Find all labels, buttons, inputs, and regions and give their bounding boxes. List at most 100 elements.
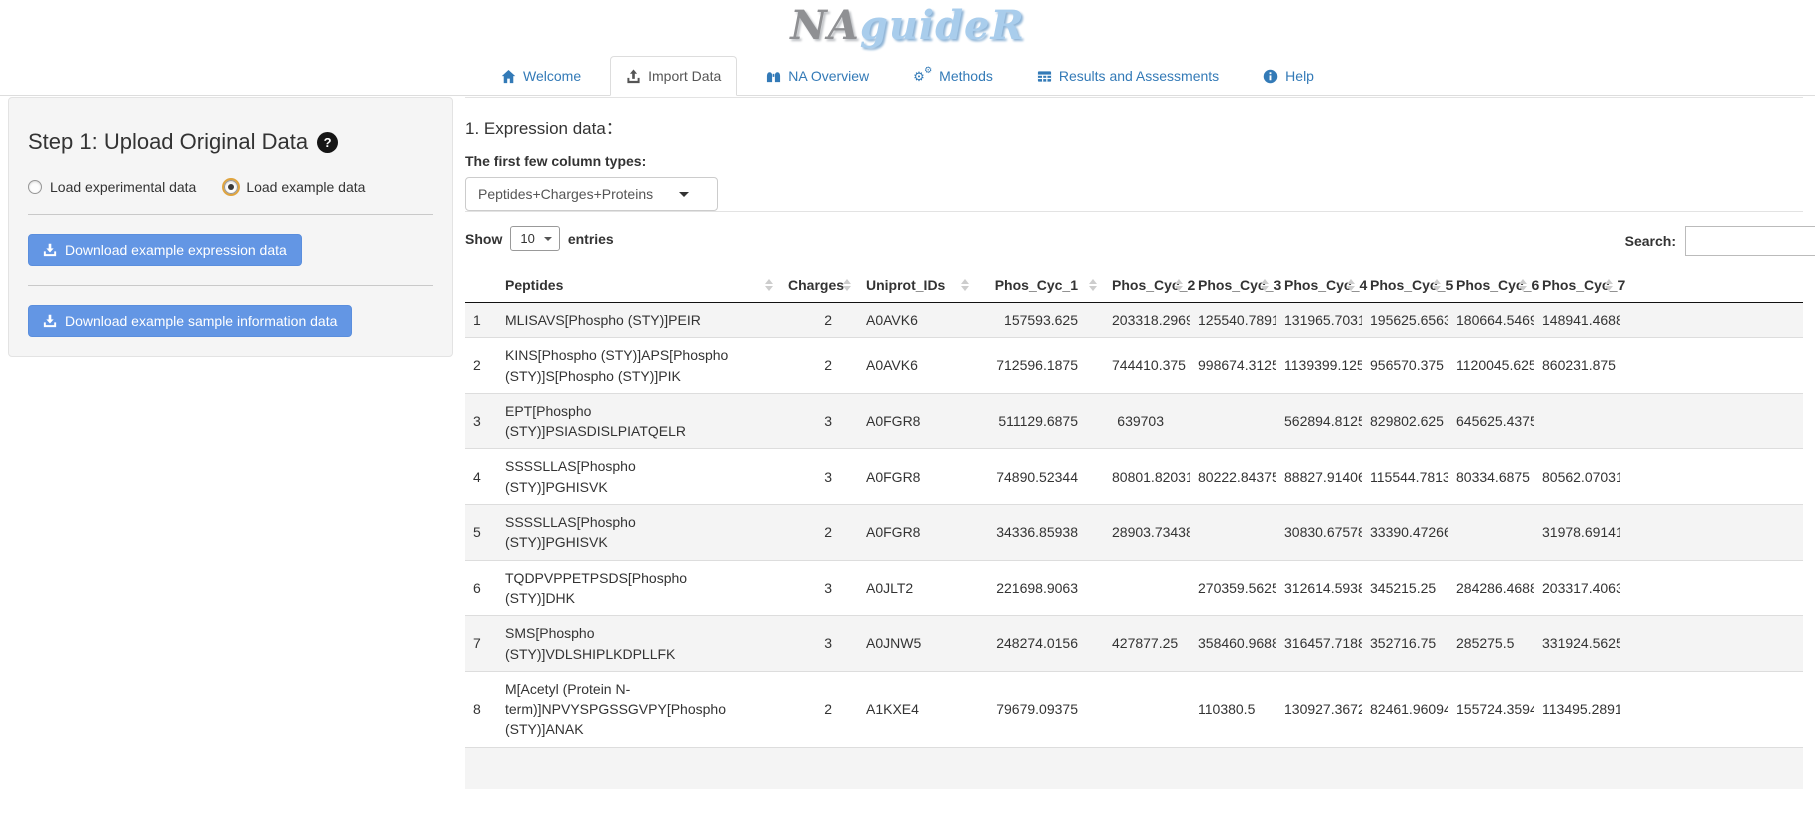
sort-icon [1433, 279, 1441, 291]
page-length-control: Show 10 entries [465, 226, 1803, 251]
value-cell: 125540.7891 [1190, 303, 1276, 338]
download-sample-info-button[interactable]: Download example sample information data [28, 305, 352, 337]
search-input[interactable] [1685, 226, 1815, 256]
col-header-phos-cyc-4[interactable]: Phos_Cyc_4 [1276, 268, 1362, 303]
column-types-select[interactable]: Peptides+Charges+Proteins [465, 177, 718, 211]
table-row[interactable]: 3 EPT[Phospho (STY)]PSIASDISLPIATQELR 3 … [465, 393, 1803, 449]
sort-icon [1347, 279, 1355, 291]
divider [28, 214, 433, 215]
info-icon [1263, 69, 1278, 84]
row-index-cell: 5 [465, 505, 497, 561]
charge-cell: 2 [780, 338, 858, 394]
value-cell: 80334.6875 [1448, 449, 1534, 505]
col-header-phos-cyc-1[interactable]: Phos_Cyc_1 [976, 268, 1104, 303]
page-length-select[interactable]: 10 [510, 226, 559, 251]
sort-icon [961, 279, 969, 291]
tab-methods[interactable]: ⚙ ⚙ Methods [898, 57, 1008, 95]
value-cell [1190, 393, 1276, 449]
col-header-label: Charges [788, 277, 844, 293]
table-row[interactable]: 8 M[Acetyl (Protein N-term)]NPVYSPGSSGVP… [465, 671, 1803, 747]
radio-load-experimental[interactable]: Load experimental data [28, 179, 196, 195]
divider [465, 211, 1803, 212]
value-cell: 645625.4375 [1448, 393, 1534, 449]
import-data-panel: 1. Expression data： The first few column… [465, 97, 1803, 789]
gear-glyph-small: ⚙ [924, 67, 932, 76]
tab-import-data[interactable]: Import Data [610, 56, 737, 96]
table-row[interactable]: 6 TQDPVPPETPSDS[Phospho (STY)]DHK 3 A0JL… [465, 560, 1803, 616]
entries-label: entries [568, 231, 614, 247]
download-expression-button[interactable]: Download example expression data [28, 234, 302, 266]
value-cell: 284286.4688 [1448, 560, 1534, 616]
radio-circle [28, 180, 42, 194]
table-row-partial [465, 747, 1803, 789]
app-logo: NAguideR [0, 0, 1815, 50]
col-header-phos-cyc-3[interactable]: Phos_Cyc_3 [1190, 268, 1276, 303]
filler-cell [1620, 393, 1803, 449]
app-logo-part2: guideR [860, 2, 1025, 49]
value-cell: 80801.82031 [1104, 449, 1190, 505]
table-row[interactable]: 4 SSSSLLAS[Phospho (STY)]PGHISVK 3 A0FGR… [465, 449, 1803, 505]
value-cell: 33390.47266 [1362, 505, 1448, 561]
col-header-phos-cyc-7[interactable]: Phos_Cyc_7 [1534, 268, 1620, 303]
tab-label: Results and Assessments [1059, 68, 1219, 84]
tab-na-overview[interactable]: NA Overview [751, 57, 884, 95]
value-cell: 998674.3125 [1190, 338, 1276, 394]
column-types-selected-value: Peptides+Charges+Proteins [478, 186, 653, 202]
uniprot-cell: A0JLT2 [858, 560, 976, 616]
col-header-label: Uniprot_IDs [866, 277, 945, 293]
value-cell: 113495.2891 [1534, 671, 1620, 747]
col-header-index [465, 268, 497, 303]
col-header-peptides[interactable]: Peptides [497, 268, 780, 303]
radio-load-example[interactable]: Load example data [224, 179, 365, 195]
value-cell: 562894.8125 [1276, 393, 1362, 449]
table-row[interactable]: 1 MLISAVS[Phospho (STY)]PEIR 2 A0AVK6 15… [465, 303, 1803, 338]
tab-help[interactable]: Help [1248, 57, 1329, 95]
show-label: Show [465, 231, 502, 247]
col-header-charges[interactable]: Charges [780, 268, 858, 303]
filler-cell [1620, 338, 1803, 394]
table-row[interactable]: 5 SSSSLLAS[Phospho (STY)]PGHISVK 2 A0FGR… [465, 505, 1803, 561]
radio-label: Load experimental data [50, 179, 196, 195]
expression-data-title: 1. Expression data： [465, 114, 1803, 139]
upload-icon [626, 69, 641, 84]
value-cell: 203318.2969 [1104, 303, 1190, 338]
value-cell: 30830.67578 [1276, 505, 1362, 561]
panel-title-text: Step 1: Upload Original Data [28, 129, 308, 155]
value-cell: 639703 [1104, 393, 1190, 449]
table-row[interactable]: 2 KINS[Phospho (STY)]APS[Phospho (STY)]S… [465, 338, 1803, 394]
value-cell: 195625.6563 [1362, 303, 1448, 338]
col-header-uniprot-ids[interactable]: Uniprot_IDs [858, 268, 976, 303]
row-index-cell: 8 [465, 671, 497, 747]
divider [28, 285, 433, 286]
tab-label: Welcome [523, 68, 581, 84]
value-cell: 79679.09375 [976, 671, 1104, 747]
home-icon [501, 69, 516, 84]
table-row[interactable]: 7 SMS[Phospho (STY)]VDLSHIPLKDPLLFK 3 A0… [465, 616, 1803, 672]
value-cell: 956570.375 [1362, 338, 1448, 394]
value-cell: 131965.7031 [1276, 303, 1362, 338]
peptide-cell: M[Acetyl (Protein N-term)]NPVYSPGSSGVPY[… [497, 671, 780, 747]
question-icon[interactable]: ? [317, 132, 338, 153]
filler-cell [1620, 560, 1803, 616]
row-index-cell: 6 [465, 560, 497, 616]
value-cell: 180664.5469 [1448, 303, 1534, 338]
page-length-value: 10 [520, 231, 534, 246]
col-header-phos-cyc-6[interactable]: Phos_Cyc_6 [1448, 268, 1534, 303]
col-header-label: Phos_Cyc_1 [995, 277, 1078, 293]
peptide-cell: MLISAVS[Phospho (STY)]PEIR [497, 303, 780, 338]
binoculars-icon [766, 69, 781, 84]
value-cell: 358460.9688 [1190, 616, 1276, 672]
sort-icon [1261, 279, 1269, 291]
peptide-cell: SSSSLLAS[Phospho (STY)]PGHISVK [497, 449, 780, 505]
peptide-cell: SMS[Phospho (STY)]VDLSHIPLKDPLLFK [497, 616, 780, 672]
table-header-row: Peptides Charges Uniprot_IDs Phos_Cyc_1 … [465, 268, 1803, 303]
col-header-phos-cyc-5[interactable]: Phos_Cyc_5 [1362, 268, 1448, 303]
tab-welcome[interactable]: Welcome [486, 57, 596, 95]
tab-results-assessments[interactable]: Results and Assessments [1022, 57, 1234, 95]
chevron-down-icon [544, 237, 552, 241]
table-icon [1037, 69, 1052, 84]
charge-cell: 2 [780, 505, 858, 561]
value-cell [1190, 505, 1276, 561]
col-header-phos-cyc-2[interactable]: Phos_Cyc_2 [1104, 268, 1190, 303]
sort-icon [1175, 279, 1183, 291]
